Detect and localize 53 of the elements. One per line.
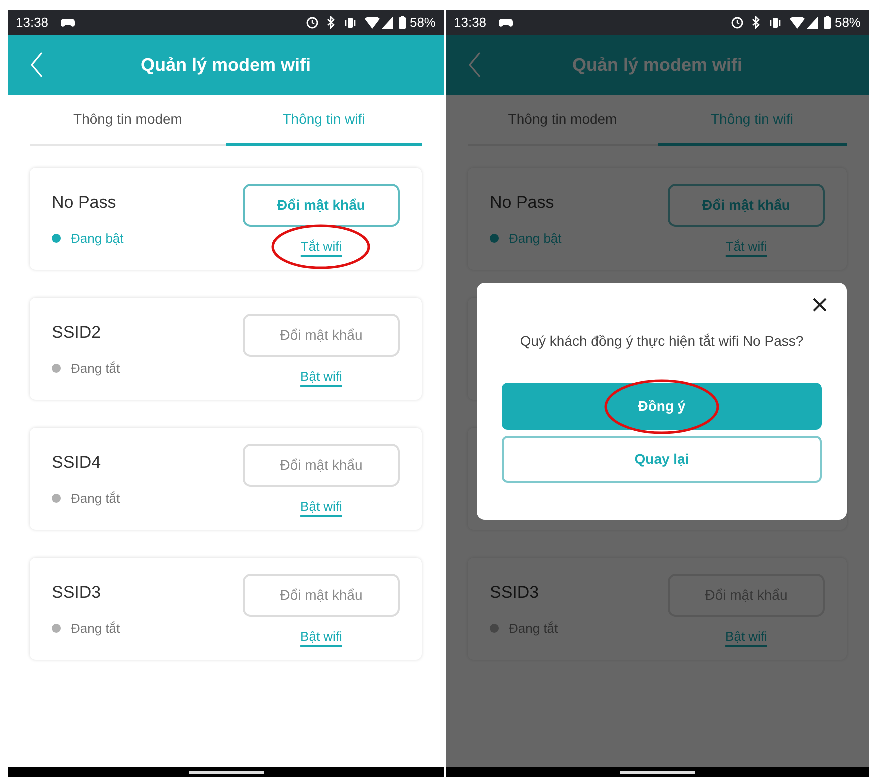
- gamepad-icon: [60, 18, 75, 28]
- toggle-wifi-link[interactable]: Bật wifi: [300, 628, 342, 644]
- back-button[interactable]: Quay lại: [502, 436, 822, 483]
- toggle-wifi-link[interactable]: Bật wifi: [726, 628, 768, 644]
- tab[interactable]: Thông tin modem: [30, 95, 226, 144]
- confirm-button[interactable]: Đồng ý: [502, 383, 822, 430]
- status-time: 13:38: [454, 14, 487, 32]
- status-text: Đang bật: [509, 230, 562, 248]
- battery-icon: [824, 16, 831, 29]
- home-pill-icon[interactable]: [188, 771, 264, 774]
- toggle-wifi-link[interactable]: Tắt wifi: [300, 238, 342, 254]
- status-text: Đang bật: [71, 230, 124, 248]
- tab[interactable]: Thông tin wifi: [658, 95, 847, 146]
- network-name: SSID3: [52, 582, 102, 604]
- change-password-button[interactable]: Đổi mật khẩu: [668, 184, 825, 226]
- status-text: Đang tắt: [71, 620, 120, 638]
- toggle-wifi-link[interactable]: Bật wifi: [300, 368, 342, 384]
- alarm-icon: [730, 16, 744, 29]
- bluetooth-icon: [326, 16, 336, 29]
- signal-icon: [806, 16, 818, 28]
- close-icon[interactable]: [813, 298, 827, 312]
- toggle-wifi-link[interactable]: Bật wifi: [300, 498, 342, 514]
- change-password-button[interactable]: Đổi mật khẩu: [243, 444, 400, 486]
- vibrate-icon: [768, 16, 782, 28]
- header-title: Quản lý modem wifi: [140, 54, 312, 77]
- tab[interactable]: Thông tin wifi: [226, 95, 422, 146]
- wifi-icon: [790, 16, 805, 28]
- alarm-icon: [306, 16, 319, 29]
- dialog-message: Quý khách đồng ý thực hiện tắt wifi No Pass?: [520, 332, 804, 351]
- status-text: Đang tắt: [71, 490, 120, 508]
- battery-percent: 58%: [834, 14, 861, 32]
- bluetooth-icon: [752, 16, 761, 29]
- change-password-button[interactable]: Đổi mật khẩu: [243, 574, 400, 616]
- signal-icon: [382, 16, 393, 28]
- change-password-button[interactable]: Đổi mật khẩu: [243, 314, 400, 356]
- wifi-icon: [364, 16, 380, 28]
- change-password-button[interactable]: Đổi mật khẩu: [243, 184, 400, 226]
- network-name: SSID3: [490, 582, 540, 604]
- status-time: 13:38: [16, 14, 49, 32]
- header-title: Quản lý modem wifi: [571, 54, 744, 77]
- back-icon[interactable]: [30, 52, 44, 78]
- vibrate-icon: [344, 16, 357, 28]
- home-pill-icon[interactable]: [620, 771, 695, 774]
- network-name: SSID2: [52, 322, 102, 344]
- tab[interactable]: Thông tin modem: [468, 95, 658, 144]
- network-name: No Pass: [490, 192, 556, 214]
- network-name: SSID4: [52, 452, 102, 474]
- battery-percent: 58%: [410, 14, 436, 32]
- gamepad-icon: [498, 18, 513, 28]
- network-name: No Pass: [52, 192, 118, 214]
- battery-icon: [398, 16, 406, 29]
- toggle-wifi-link[interactable]: Tắt wifi: [726, 238, 768, 254]
- status-text: Đang tắt: [71, 360, 120, 378]
